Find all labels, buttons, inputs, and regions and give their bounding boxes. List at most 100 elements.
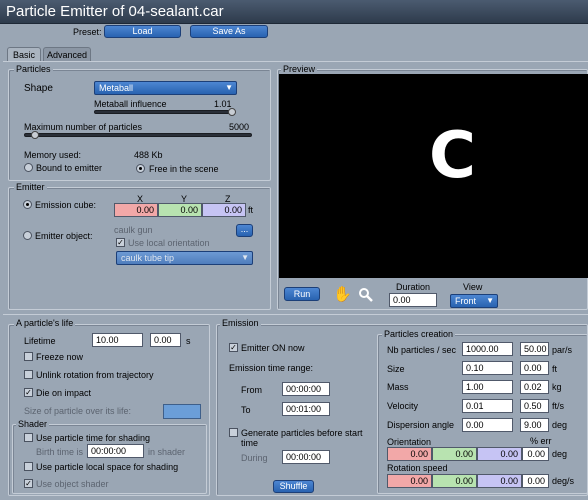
die-on-impact-checkbox[interactable]: ✓ [24, 388, 33, 397]
shape-select-value: Metaball [99, 83, 134, 93]
chevron-down-icon: ▼ [225, 83, 233, 92]
generate-before-checkbox[interactable] [229, 428, 238, 437]
size-over-life-label: Size of particle over its life: [24, 406, 132, 416]
preview-letter: C [429, 119, 476, 193]
view-select[interactable]: Front ▼ [450, 294, 498, 308]
size-field[interactable]: 0.10 [462, 361, 513, 375]
save-as-button[interactable]: Save As [190, 25, 268, 38]
shuffle-button[interactable]: Shuffle [273, 480, 314, 493]
window-title: Particle Emitter of 04-sealant.car [0, 0, 588, 24]
shape-select[interactable]: Metaball ▼ [94, 81, 237, 95]
to-time-field[interactable]: 00:01:00 [282, 402, 330, 416]
emitter-on-label: Emitter ON now [241, 343, 305, 353]
tab-basic[interactable]: Basic [7, 47, 41, 62]
nb-particles-err-field[interactable]: 50.00 [520, 342, 549, 356]
metaball-influence-slider-knob[interactable] [228, 108, 236, 116]
lifetime-label: Lifetime [24, 336, 56, 346]
cube-x-field[interactable]: 0.00 [114, 203, 158, 217]
rotation-z-field[interactable]: 0.00 [477, 474, 522, 488]
emitter-section-label: Emitter [14, 182, 47, 192]
max-particles-label: Maximum number of particles [24, 122, 143, 132]
emitter-on-checkbox[interactable]: ✓ [229, 343, 238, 352]
use-local-orientation-checkbox[interactable]: ✓ [116, 238, 125, 247]
free-in-scene-radio[interactable] [136, 164, 145, 173]
generate-before-label: Generate particles before start time [241, 428, 363, 448]
memory-used-label: Memory used: [24, 150, 82, 160]
rotation-x-field[interactable]: 0.00 [387, 474, 432, 488]
lifetime-unit: s [186, 336, 191, 346]
shader-section-label: Shader [16, 419, 50, 429]
browse-object-button[interactable]: ... [236, 224, 253, 237]
use-particle-time-checkbox[interactable] [24, 433, 33, 442]
orientation-x-field[interactable]: 0.00 [387, 447, 432, 461]
mass-err-field[interactable]: 0.02 [520, 380, 549, 394]
shape-label: Shape [24, 83, 53, 94]
orientation-unit: deg [552, 449, 568, 459]
duration-label: Duration [396, 282, 431, 292]
rotation-err-field[interactable]: 0.00 [522, 474, 549, 488]
max-particles-slider-knob[interactable] [31, 131, 39, 139]
cube-z-field[interactable]: 0.00 [202, 203, 246, 217]
nb-particles-field[interactable]: 1000.00 [462, 342, 513, 356]
preset-label: Preset: [73, 27, 102, 37]
tab-advanced[interactable]: Advanced [43, 47, 91, 62]
dispersion-angle-err-field[interactable]: 9.00 [520, 418, 549, 432]
lifetime-variance-field[interactable]: 0.00 [150, 333, 181, 347]
unlink-rotation-checkbox[interactable] [24, 370, 33, 379]
metaball-influence-label: Metaball influence [94, 99, 167, 109]
emitter-object-label: Emitter object: [35, 231, 93, 241]
rotation-y-field[interactable]: 0.00 [432, 474, 477, 488]
metaball-influence-slider[interactable] [94, 110, 234, 114]
emission-range-label: Emission time range: [229, 363, 314, 373]
duration-field[interactable]: 0.00 [389, 293, 437, 307]
freeze-now-checkbox[interactable] [24, 352, 33, 361]
use-local-space-label: Use particle local space for shading [36, 462, 179, 472]
orientation-z-field[interactable]: 0.00 [477, 447, 522, 461]
load-button[interactable]: Load [104, 25, 181, 38]
view-select-value: Front [455, 296, 477, 306]
velocity-field[interactable]: 0.01 [462, 399, 513, 413]
preview-canvas[interactable]: C [279, 74, 588, 278]
particles-section-label: Particles [14, 64, 53, 74]
orientation-err-field[interactable]: 0.00 [522, 447, 549, 461]
birth-time-field[interactable]: 00:00:00 [87, 444, 144, 458]
magnifier-icon[interactable] [358, 287, 374, 303]
creation-row-label: Mass [387, 382, 409, 392]
orientation-y-field[interactable]: 0.00 [432, 447, 477, 461]
object-part-select[interactable]: caulk tube tip ▼ [116, 251, 253, 265]
orientation-label: Orientation [387, 437, 432, 447]
velocity-err-field[interactable]: 0.50 [520, 399, 549, 413]
emitter-object-radio[interactable] [23, 231, 32, 240]
tab-divider [3, 61, 588, 62]
max-particles-slider[interactable] [24, 133, 252, 137]
to-label: To [241, 405, 251, 415]
metaball-influence-value: 1.01 [214, 99, 232, 109]
run-button[interactable]: Run [284, 287, 320, 301]
creation-section-label: Particles creation [382, 329, 456, 339]
creation-row-unit: deg [552, 420, 568, 430]
from-time-field[interactable]: 00:00:00 [282, 382, 330, 396]
bound-to-emitter-radio[interactable] [24, 163, 33, 172]
during-time-field[interactable]: 00:00:00 [282, 450, 330, 464]
mass-field[interactable]: 1.00 [462, 380, 513, 394]
lifetime-field[interactable]: 10.00 [92, 333, 143, 347]
err-header: % err [530, 436, 552, 446]
creation-row-unit: ft [552, 364, 558, 374]
emission-cube-radio[interactable] [23, 200, 32, 209]
size-err-field[interactable]: 0.00 [520, 361, 549, 375]
chevron-down-icon: ▼ [241, 253, 249, 262]
creation-row-label: Size [387, 364, 405, 374]
emitter-object-name: caulk gun [114, 225, 153, 235]
view-label: View [463, 282, 483, 292]
size-over-life-curve-button[interactable] [163, 404, 201, 419]
cube-unit: ft [248, 205, 254, 215]
dispersion-angle-field[interactable]: 0.00 [462, 418, 513, 432]
rotation-unit: deg/s [552, 476, 575, 486]
use-local-orientation-label: Use local orientation [128, 238, 210, 248]
from-label: From [241, 385, 262, 395]
cube-y-field[interactable]: 0.00 [158, 203, 202, 217]
use-object-shader-checkbox[interactable]: ✓ [24, 479, 33, 488]
hand-icon[interactable]: ✋ [333, 285, 352, 303]
use-local-space-checkbox[interactable] [24, 462, 33, 471]
unlink-rotation-label: Unlink rotation from trajectory [36, 370, 154, 380]
